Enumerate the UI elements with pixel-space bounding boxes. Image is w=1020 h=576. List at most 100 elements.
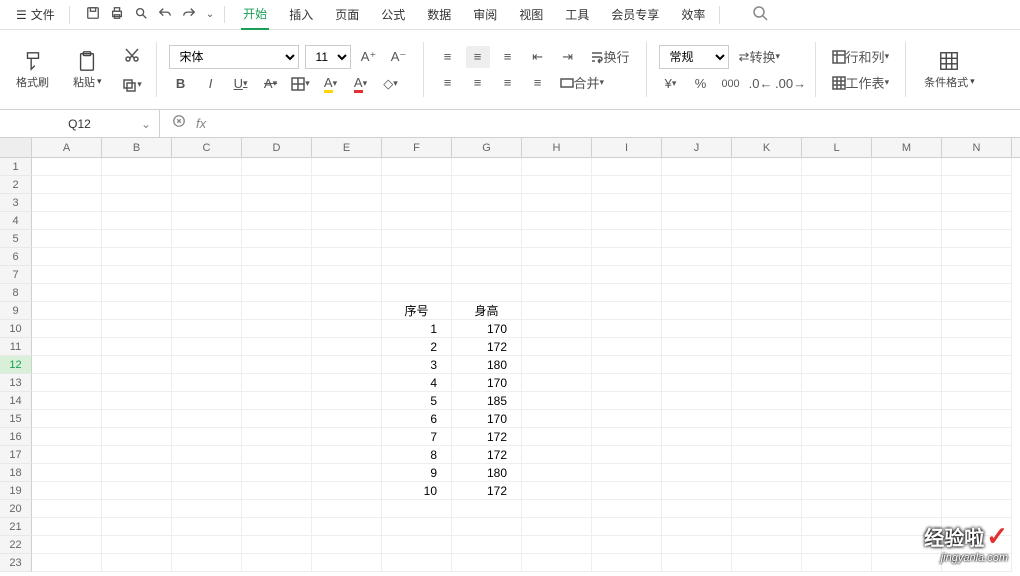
cell-B8[interactable] xyxy=(102,284,172,302)
cell-M12[interactable] xyxy=(872,356,942,374)
cell-K10[interactable] xyxy=(732,320,802,338)
cell-M5[interactable] xyxy=(872,230,942,248)
cell-B17[interactable] xyxy=(102,446,172,464)
column-header[interactable]: K xyxy=(732,138,802,157)
percent-icon[interactable]: % xyxy=(689,73,713,95)
row-header[interactable]: 1 xyxy=(0,158,32,176)
cell-L22[interactable] xyxy=(802,536,872,554)
cell-J20[interactable] xyxy=(662,500,732,518)
cell-D13[interactable] xyxy=(242,374,312,392)
cell-H7[interactable] xyxy=(522,266,592,284)
format-painter-button[interactable]: 格式刷 xyxy=(10,36,55,103)
italic-button[interactable]: I xyxy=(199,73,223,95)
cell-L3[interactable] xyxy=(802,194,872,212)
cell-A11[interactable] xyxy=(32,338,102,356)
cell-J21[interactable] xyxy=(662,518,732,536)
cell-I14[interactable] xyxy=(592,392,662,410)
cell-M3[interactable] xyxy=(872,194,942,212)
merge-button[interactable]: 合并 ▾ xyxy=(556,72,609,94)
decrease-decimal-icon[interactable]: .0← xyxy=(749,73,773,95)
cell-D7[interactable] xyxy=(242,266,312,284)
cell-H12[interactable] xyxy=(522,356,592,374)
cell-F11[interactable]: 2 xyxy=(382,338,452,356)
cell-F23[interactable] xyxy=(382,554,452,572)
cell-I4[interactable] xyxy=(592,212,662,230)
cell-K7[interactable] xyxy=(732,266,802,284)
cell-G20[interactable] xyxy=(452,500,522,518)
tab-页面[interactable]: 页面 xyxy=(333,0,361,30)
cell-D19[interactable] xyxy=(242,482,312,500)
row-header[interactable]: 21 xyxy=(0,518,32,536)
column-header[interactable]: N xyxy=(942,138,1012,157)
cell-F10[interactable]: 1 xyxy=(382,320,452,338)
cell-E5[interactable] xyxy=(312,230,382,248)
cell-B22[interactable] xyxy=(102,536,172,554)
cell-G4[interactable] xyxy=(452,212,522,230)
cell-A9[interactable] xyxy=(32,302,102,320)
cell-K22[interactable] xyxy=(732,536,802,554)
redo-icon[interactable] xyxy=(182,6,196,23)
cell-L4[interactable] xyxy=(802,212,872,230)
cell-E8[interactable] xyxy=(312,284,382,302)
row-header[interactable]: 22 xyxy=(0,536,32,554)
cell-H18[interactable] xyxy=(522,464,592,482)
cell-K6[interactable] xyxy=(732,248,802,266)
cell-C4[interactable] xyxy=(172,212,242,230)
cell-F15[interactable]: 6 xyxy=(382,410,452,428)
cell-D9[interactable] xyxy=(242,302,312,320)
cell-F20[interactable] xyxy=(382,500,452,518)
cancel-icon[interactable] xyxy=(172,114,186,133)
cell-C18[interactable] xyxy=(172,464,242,482)
cell-L18[interactable] xyxy=(802,464,872,482)
font-size-select[interactable]: 11 xyxy=(305,45,351,69)
cell-H19[interactable] xyxy=(522,482,592,500)
cell-E6[interactable] xyxy=(312,248,382,266)
column-header[interactable]: B xyxy=(102,138,172,157)
cell-A16[interactable] xyxy=(32,428,102,446)
cell-E11[interactable] xyxy=(312,338,382,356)
cell-E16[interactable] xyxy=(312,428,382,446)
cell-A12[interactable] xyxy=(32,356,102,374)
cell-E19[interactable] xyxy=(312,482,382,500)
cell-N4[interactable] xyxy=(942,212,1012,230)
cell-A23[interactable] xyxy=(32,554,102,572)
cell-I9[interactable] xyxy=(592,302,662,320)
cell-M16[interactable] xyxy=(872,428,942,446)
cell-B3[interactable] xyxy=(102,194,172,212)
cell-D17[interactable] xyxy=(242,446,312,464)
cell-B15[interactable] xyxy=(102,410,172,428)
cell-M7[interactable] xyxy=(872,266,942,284)
cell-K12[interactable] xyxy=(732,356,802,374)
cell-H13[interactable] xyxy=(522,374,592,392)
cell-J19[interactable] xyxy=(662,482,732,500)
cell-B10[interactable] xyxy=(102,320,172,338)
cell-F19[interactable]: 10 xyxy=(382,482,452,500)
cell-I18[interactable] xyxy=(592,464,662,482)
cell-A21[interactable] xyxy=(32,518,102,536)
cell-G1[interactable] xyxy=(452,158,522,176)
cell-A1[interactable] xyxy=(32,158,102,176)
cell-J5[interactable] xyxy=(662,230,732,248)
copy-icon[interactable]: ▾ xyxy=(120,74,144,96)
cell-I6[interactable] xyxy=(592,248,662,266)
cell-A6[interactable] xyxy=(32,248,102,266)
cell-J4[interactable] xyxy=(662,212,732,230)
cell-G7[interactable] xyxy=(452,266,522,284)
align-left-icon[interactable]: ≡ xyxy=(436,72,460,94)
row-header[interactable]: 4 xyxy=(0,212,32,230)
cell-A20[interactable] xyxy=(32,500,102,518)
cell-N17[interactable] xyxy=(942,446,1012,464)
tab-审阅[interactable]: 审阅 xyxy=(471,0,499,30)
cell-B7[interactable] xyxy=(102,266,172,284)
cell-E17[interactable] xyxy=(312,446,382,464)
row-header[interactable]: 5 xyxy=(0,230,32,248)
cell-N19[interactable] xyxy=(942,482,1012,500)
select-all-corner[interactable] xyxy=(0,138,32,157)
cell-K2[interactable] xyxy=(732,176,802,194)
cell-C8[interactable] xyxy=(172,284,242,302)
cell-H4[interactable] xyxy=(522,212,592,230)
cell-C5[interactable] xyxy=(172,230,242,248)
cut-icon[interactable] xyxy=(120,44,144,66)
cell-F1[interactable] xyxy=(382,158,452,176)
cell-G17[interactable]: 172 xyxy=(452,446,522,464)
